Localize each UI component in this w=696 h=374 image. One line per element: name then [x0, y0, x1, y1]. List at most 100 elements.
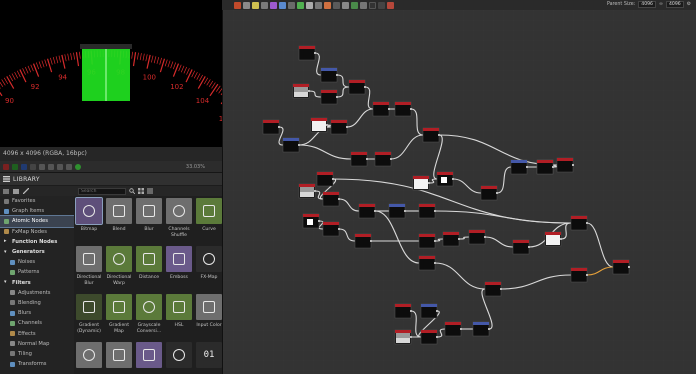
graph-node[interactable] [282, 137, 300, 153]
blue-channel-icon[interactable] [21, 163, 27, 170]
graph-node[interactable] [536, 159, 554, 175]
graph-tool-icon[interactable] [288, 1, 295, 9]
graph-node[interactable] [348, 79, 366, 95]
node-output-port[interactable] [552, 166, 554, 168]
library-tile[interactable]: Directional Blur [75, 246, 103, 294]
tree-item[interactable]: Transforms [0, 359, 74, 369]
tree-item[interactable]: FxMap Nodes [0, 227, 74, 237]
graph-tool-icon[interactable] [387, 1, 394, 9]
graph-node[interactable] [480, 185, 498, 201]
graph-tool-icon[interactable] [234, 1, 241, 9]
graph-node[interactable] [510, 159, 528, 175]
tree-item[interactable]: Effects [0, 328, 74, 338]
settings-icon[interactable]: ⚙ [687, 2, 691, 7]
node-output-port[interactable] [410, 310, 412, 312]
tree-item[interactable]: Channels [0, 318, 74, 328]
graph-node[interactable] [394, 303, 412, 319]
graph-node[interactable] [444, 321, 462, 337]
zoom-level[interactable]: 33.03% [186, 164, 205, 170]
link-icon[interactable]: ∞ [659, 2, 663, 7]
library-tile[interactable]: Bitmap [75, 197, 103, 246]
graph-node[interactable] [556, 157, 574, 173]
graph-node[interactable] [316, 171, 334, 187]
graph-tool-icon[interactable] [351, 1, 358, 9]
graph-node[interactable] [292, 83, 310, 99]
node-output-port[interactable] [364, 86, 366, 88]
graph-node[interactable] [420, 329, 438, 345]
tile-icon[interactable] [39, 163, 45, 170]
graph-node[interactable] [484, 281, 502, 297]
library-tile[interactable] [75, 342, 103, 374]
tree-item[interactable]: Blending [0, 298, 74, 308]
graph-node[interactable] [372, 101, 390, 117]
node-output-port[interactable] [438, 134, 440, 136]
library-tile[interactable] [165, 342, 193, 374]
tree-item[interactable]: Graph Items [0, 206, 74, 216]
graph-tool-icon[interactable] [360, 1, 367, 9]
node-output-port[interactable] [298, 144, 300, 146]
graph-tool-icon[interactable] [315, 1, 322, 9]
node-output-port[interactable] [366, 158, 368, 160]
node-output-port[interactable] [528, 246, 530, 248]
node-output-port[interactable] [326, 124, 328, 126]
graph-node[interactable] [420, 303, 438, 319]
graph-node[interactable] [442, 231, 460, 247]
library-tile[interactable]: Grayscale Conversi... [135, 294, 163, 342]
library-tile[interactable]: Distance [135, 246, 163, 294]
graph-node[interactable] [472, 321, 490, 337]
add-folder-icon[interactable] [3, 188, 9, 194]
graph-node[interactable] [418, 203, 436, 219]
node-output-port[interactable] [500, 288, 502, 290]
node-output-port[interactable] [410, 336, 412, 338]
parent-size-height[interactable]: 4096 [665, 1, 684, 8]
tree-item[interactable]: Favorites [0, 196, 74, 206]
graph-node[interactable] [320, 89, 338, 105]
node-output-port[interactable] [318, 220, 320, 222]
red-channel-icon[interactable] [3, 163, 9, 170]
node-output-port[interactable] [410, 108, 412, 110]
grid-view-icon[interactable] [138, 188, 144, 194]
tree-item[interactable]: Adjustments [0, 288, 74, 298]
graph-node[interactable] [570, 215, 588, 231]
green-channel-icon[interactable] [12, 163, 18, 170]
graph-node[interactable] [354, 233, 372, 249]
graph-tool-icon[interactable] [369, 1, 376, 9]
node-output-port[interactable] [458, 238, 460, 240]
node-output-port[interactable] [314, 52, 316, 54]
graph-node[interactable] [330, 119, 348, 135]
node-output-port[interactable] [434, 262, 436, 264]
node-output-port[interactable] [278, 126, 280, 128]
tree-item[interactable]: ▾ Filters [0, 278, 74, 288]
tree-item[interactable]: Noises [0, 257, 74, 267]
graph-node[interactable] [436, 171, 454, 187]
graph-node[interactable] [570, 267, 588, 283]
node-output-port[interactable] [488, 328, 490, 330]
pencil-icon[interactable] [23, 188, 29, 194]
graph-tool-icon[interactable] [342, 1, 349, 9]
library-tile[interactable]: Input Color [195, 294, 222, 342]
node-output-port[interactable] [436, 310, 438, 312]
node-output-port[interactable] [586, 222, 588, 224]
tree-item[interactable]: ▸ Function Nodes [0, 237, 74, 247]
graph-node[interactable] [298, 183, 316, 199]
node-output-port[interactable] [434, 210, 436, 212]
graph-node[interactable] [394, 329, 412, 345]
graph-node[interactable] [320, 67, 338, 83]
library-tile[interactable]: Blur [135, 198, 163, 246]
graph-node[interactable] [418, 233, 436, 249]
graph-canvas[interactable] [222, 0, 696, 374]
library-tile[interactable]: FX-Map [195, 246, 222, 294]
graph-node[interactable] [322, 191, 340, 207]
camera-icon[interactable] [66, 163, 72, 170]
graph-tool-icon[interactable] [243, 1, 250, 9]
library-tile[interactable]: Emboss [165, 246, 193, 294]
graph-tool-icon[interactable] [378, 1, 385, 9]
tree-item[interactable]: Patterns [0, 267, 74, 277]
graph-tool-icon[interactable] [279, 1, 286, 9]
graph-node[interactable] [512, 239, 530, 255]
graph-node[interactable] [422, 127, 440, 143]
graph-tool-icon[interactable] [333, 1, 340, 9]
library-tile[interactable]: Directional Warp [105, 246, 133, 294]
graph-tool-icon[interactable] [324, 1, 331, 9]
search-icon[interactable] [129, 188, 135, 194]
